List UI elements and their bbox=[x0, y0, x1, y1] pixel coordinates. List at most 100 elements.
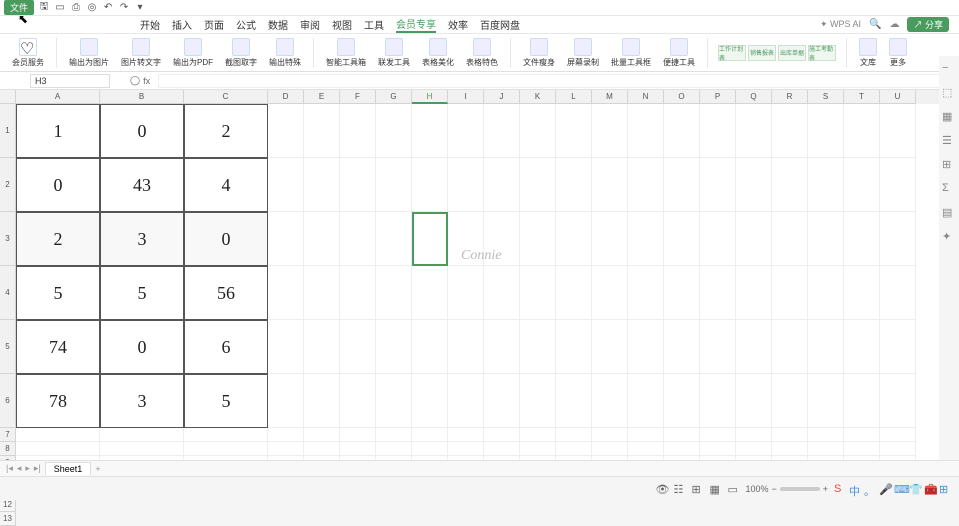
col-header[interactable]: G bbox=[376, 90, 412, 104]
sheet-next-icon[interactable]: ▸ bbox=[25, 463, 30, 474]
cell[interactable] bbox=[268, 266, 304, 320]
cell[interactable] bbox=[340, 212, 376, 266]
cell[interactable] bbox=[880, 266, 916, 320]
cell[interactable] bbox=[16, 442, 100, 456]
cell[interactable] bbox=[304, 428, 340, 442]
col-header[interactable]: U bbox=[880, 90, 916, 104]
cell[interactable] bbox=[340, 266, 376, 320]
skin-icon[interactable]: 👕 bbox=[909, 483, 921, 495]
col-header[interactable]: S bbox=[808, 90, 844, 104]
template-thumb[interactable]: 施工考勤表 bbox=[808, 45, 836, 61]
cell[interactable] bbox=[700, 158, 736, 212]
row-header[interactable]: 6 bbox=[0, 374, 16, 428]
view-layout-icon[interactable]: ▭ bbox=[727, 483, 739, 495]
cell[interactable]: 5 bbox=[16, 266, 100, 320]
cell[interactable] bbox=[808, 442, 844, 456]
cell[interactable] bbox=[592, 266, 628, 320]
cell[interactable] bbox=[664, 374, 700, 428]
cell[interactable] bbox=[556, 266, 592, 320]
row-header[interactable]: 4 bbox=[0, 266, 16, 320]
cell[interactable]: 43 bbox=[100, 158, 184, 212]
cell[interactable] bbox=[844, 104, 880, 158]
tab-data[interactable]: 数据 bbox=[268, 17, 288, 32]
cell[interactable] bbox=[772, 212, 808, 266]
cell[interactable] bbox=[376, 266, 412, 320]
cell[interactable] bbox=[448, 104, 484, 158]
cell[interactable] bbox=[304, 212, 340, 266]
cell[interactable] bbox=[268, 212, 304, 266]
cell[interactable]: 0 bbox=[100, 104, 184, 158]
ribbon-export-pdf[interactable]: 输出为PDF bbox=[171, 38, 215, 68]
cell[interactable] bbox=[772, 266, 808, 320]
cell[interactable] bbox=[520, 442, 556, 456]
sigma-icon[interactable]: Σ bbox=[942, 182, 956, 196]
sheet-tab[interactable]: Sheet1 bbox=[45, 462, 92, 475]
cell[interactable] bbox=[448, 320, 484, 374]
template-thumb[interactable]: 出库单据 bbox=[778, 45, 806, 61]
sheet-first-icon[interactable]: |◂ bbox=[6, 463, 13, 474]
cell[interactable] bbox=[808, 428, 844, 442]
col-header[interactable]: O bbox=[664, 90, 700, 104]
cell[interactable] bbox=[736, 374, 772, 428]
cell[interactable] bbox=[664, 266, 700, 320]
cell[interactable] bbox=[556, 320, 592, 374]
cell[interactable] bbox=[844, 158, 880, 212]
template-thumb[interactable]: 工作计划表 bbox=[718, 45, 746, 61]
row-header[interactable]: 12 bbox=[0, 498, 16, 512]
cell[interactable] bbox=[772, 104, 808, 158]
col-header[interactable]: D bbox=[268, 90, 304, 104]
cell[interactable] bbox=[880, 158, 916, 212]
cell[interactable] bbox=[844, 428, 880, 442]
cell[interactable] bbox=[520, 212, 556, 266]
cell[interactable]: 2 bbox=[184, 104, 268, 158]
cell[interactable] bbox=[628, 374, 664, 428]
tab-insert[interactable]: 插入 bbox=[172, 17, 192, 32]
undo-icon[interactable]: ↶ bbox=[102, 2, 114, 14]
tab-tools[interactable]: 工具 bbox=[364, 17, 384, 32]
cell[interactable] bbox=[304, 320, 340, 374]
template-gallery[interactable]: 工作计划表 销售报表 出库单据 施工考勤表 bbox=[718, 45, 836, 61]
col-header-selected[interactable]: H bbox=[412, 90, 448, 104]
cell[interactable] bbox=[304, 442, 340, 456]
cell[interactable] bbox=[412, 104, 448, 158]
cell[interactable] bbox=[592, 158, 628, 212]
cell[interactable] bbox=[736, 266, 772, 320]
cell[interactable]: 6 bbox=[184, 320, 268, 374]
cell[interactable] bbox=[808, 320, 844, 374]
cell[interactable] bbox=[448, 266, 484, 320]
tab-view[interactable]: 视图 bbox=[332, 17, 352, 32]
cell[interactable] bbox=[412, 442, 448, 456]
cell[interactable]: 2 bbox=[16, 212, 100, 266]
cell[interactable] bbox=[412, 374, 448, 428]
cell[interactable]: 4 bbox=[184, 158, 268, 212]
cell[interactable] bbox=[268, 104, 304, 158]
cell[interactable] bbox=[448, 428, 484, 442]
cell[interactable] bbox=[808, 212, 844, 266]
cell[interactable] bbox=[484, 320, 520, 374]
cell[interactable] bbox=[184, 442, 268, 456]
cell[interactable] bbox=[376, 158, 412, 212]
cell[interactable] bbox=[664, 442, 700, 456]
ribbon-table-features[interactable]: 表格特色 bbox=[464, 38, 500, 68]
cell[interactable] bbox=[412, 266, 448, 320]
new-icon[interactable]: ▭ bbox=[54, 2, 66, 14]
cell[interactable] bbox=[628, 104, 664, 158]
template-thumb[interactable]: 销售报表 bbox=[748, 45, 776, 61]
cell[interactable] bbox=[556, 428, 592, 442]
fx-button[interactable]: ◯ fx bbox=[130, 75, 150, 86]
cell[interactable] bbox=[736, 104, 772, 158]
cell[interactable] bbox=[628, 158, 664, 212]
cell[interactable] bbox=[100, 428, 184, 442]
cell[interactable] bbox=[556, 442, 592, 456]
ribbon-member-service[interactable]: ♡会员服务 bbox=[10, 38, 46, 68]
cell[interactable] bbox=[484, 428, 520, 442]
cell[interactable] bbox=[484, 266, 520, 320]
col-header[interactable]: P bbox=[700, 90, 736, 104]
tab-baidudisk[interactable]: 百度网盘 bbox=[480, 17, 520, 32]
cell[interactable] bbox=[772, 320, 808, 374]
cell[interactable] bbox=[628, 266, 664, 320]
cloud-icon[interactable]: ☁ bbox=[889, 19, 899, 30]
cell[interactable] bbox=[304, 158, 340, 212]
cell[interactable] bbox=[844, 266, 880, 320]
ribbon-more[interactable]: 更多 bbox=[887, 38, 909, 68]
